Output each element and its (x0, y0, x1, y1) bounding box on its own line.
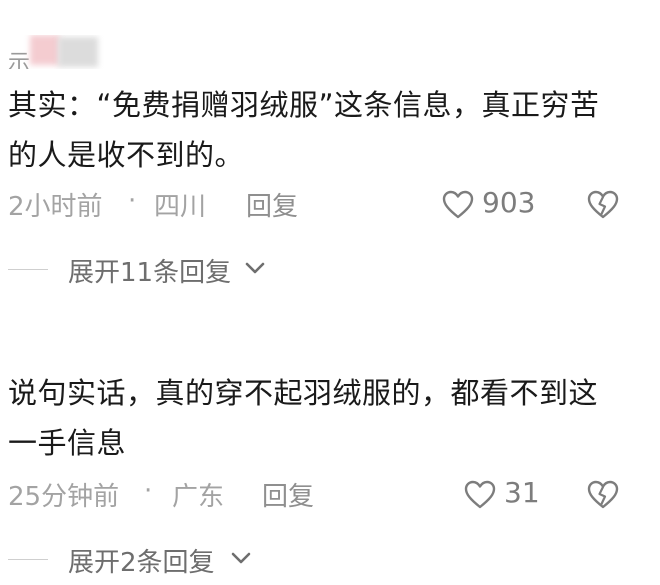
comment-author[interactable]: 示 (6, 35, 116, 69)
expand-divider (8, 559, 48, 560)
meta-separator: · (144, 476, 153, 506)
like-button[interactable]: 903 (442, 186, 552, 226)
reply-button[interactable]: 回复 (262, 476, 314, 513)
comment-time: 25分钟前 (8, 482, 120, 512)
comment-item: 说句实话，真的穿不起羽绒服的，都看不到这一手信息 25分钟前 · 广东 回复 3… (0, 300, 660, 585)
comment-meta: 2小时前 · 四川 回复 903 (8, 186, 658, 226)
heart-outline-icon (464, 480, 496, 509)
meta-separator: · (128, 186, 137, 216)
like-button[interactable]: 31 (464, 476, 554, 516)
expand-replies-label: 展开11条回复 (68, 258, 232, 288)
expand-divider (8, 269, 48, 270)
heart-outline-icon (442, 190, 474, 219)
reply-button[interactable]: 回复 (246, 186, 298, 223)
expand-replies-button[interactable]: 展开2条回复 (0, 540, 660, 580)
author-name-redaction (58, 37, 98, 67)
comment-text: 其实：“免费捐赠羽绒服”这条信息，真正穷苦的人是收不到的。 (8, 88, 600, 172)
broken-heart-icon[interactable] (586, 480, 620, 510)
expand-replies-button[interactable]: 展开11条回复 (0, 250, 660, 290)
expand-replies-label: 展开2条回复 (68, 548, 215, 578)
chevron-down-icon (231, 552, 251, 564)
like-count: 903 (482, 186, 536, 219)
chevron-down-icon (245, 262, 265, 274)
author-name-redaction (30, 35, 60, 65)
comment-location: 四川 (154, 192, 207, 222)
broken-heart-icon[interactable] (586, 190, 620, 220)
author-name: 示 (8, 51, 31, 69)
comment-item: 示 其实：“免费捐赠羽绒服”这条信息，真正穷苦的人是收不到的。 2小时前 · 四… (0, 0, 660, 300)
comment-time: 2小时前 (8, 192, 103, 222)
comment-location: 广东 (172, 482, 225, 512)
like-count: 31 (504, 476, 540, 509)
comment-text: 说句实话，真的穿不起羽绒服的，都看不到这一手信息 (8, 376, 599, 460)
comment-meta: 25分钟前 · 广东 回复 31 (8, 476, 658, 516)
